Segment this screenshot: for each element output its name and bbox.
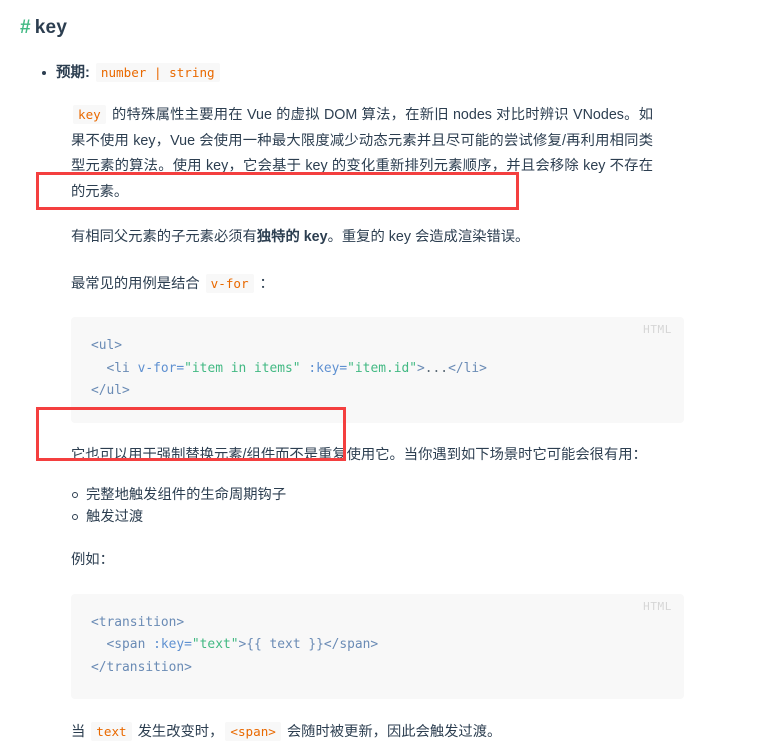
- code-lang-label: HTML: [643, 323, 672, 336]
- intro-section: key 的特殊属性主要用在 Vue 的虚拟 DOM 算法，在新旧 nodes 对…: [16, 102, 753, 205]
- list-item-expects: 预期: number | string: [42, 62, 753, 84]
- code-block-vfor: HTML <ul> <li v-for="item in items" :key…: [71, 317, 684, 423]
- intro-key-code: key: [73, 105, 106, 124]
- example-label: 例如：: [71, 552, 114, 568]
- page-title-text: key: [34, 17, 68, 38]
- closing-part3: 会随时被更新，因此会触发过渡。: [282, 724, 502, 740]
- replace-note-section: 它也可以用于强制替换元素/组件而不是重复使用它。当你遇到如下场景时它可能会很有用…: [16, 443, 753, 469]
- closing-section: 当 text 发生改变时， <span> 会随时被更新，因此会触发过渡。: [16, 719, 753, 746]
- highlight-note-section: 有相同父元素的子元素必须有独特的 key。重复的 key 会造成渲染错误。: [16, 225, 753, 251]
- closing-part1: 当: [71, 724, 90, 740]
- expects-label: 预期:: [56, 65, 90, 81]
- usage-line-code: v-for: [205, 273, 254, 293]
- code-content[interactable]: <transition> <span :key="text">{{ text }…: [91, 612, 664, 680]
- scenarios-list: 完整地触发组件的生命周期钩子 触发过渡: [16, 484, 753, 528]
- code-content[interactable]: <ul> <li v-for="item in items" :key="ite…: [91, 335, 664, 403]
- list-item: 完整地触发组件的生命周期钩子: [72, 484, 753, 506]
- example-label-section: 例如：: [16, 548, 753, 574]
- replace-note-paragraph: 它也可以用于强制替换元素/组件而不是重复使用它。当你遇到如下场景时它可能会很有用…: [71, 446, 647, 463]
- closing-code-span: <span>: [225, 722, 281, 741]
- closing-code-text: text: [91, 722, 132, 741]
- closing-paragraph: 当 text 发生改变时， <span> 会随时被更新，因此会触发过渡。: [71, 719, 653, 746]
- code-lang-label: HTML: [643, 599, 672, 613]
- usage-line-paragraph: 最常见的用例是结合 v-for ：: [71, 271, 653, 298]
- page-title: # key: [20, 14, 753, 42]
- intro-paragraph-text: 的特殊属性主要用在 Vue 的虚拟 DOM 算法，在新旧 nodes 对比时辨识…: [71, 107, 653, 200]
- closing-part2: 发生改变时，: [133, 724, 224, 740]
- expects-types-code: number | string: [95, 63, 220, 82]
- usage-line-suffix: ：: [255, 275, 274, 292]
- code-block-transition: HTML <transition> <span :key="text">{{ t…: [71, 593, 684, 699]
- highlight-note-paragraph: 有相同父元素的子元素必须有独特的 key。重复的 key 会造成渲染错误。: [71, 225, 653, 251]
- highlight-note-part1: 有相同父元素的子元素必须有: [71, 229, 257, 245]
- list-item: 触发过渡: [72, 506, 753, 528]
- heading-anchor-icon[interactable]: #: [20, 17, 31, 38]
- highlight-note-part2: 。重复的 key 会造成渲染错误。: [327, 229, 530, 245]
- usage-line-prefix: 最常见的用例是结合: [71, 275, 204, 292]
- highlight-note-bold: 独特的 key: [256, 229, 328, 245]
- documentation-page: # key 预期: number | string key 的特殊属性主要用在 V…: [0, 0, 769, 746]
- intro-paragraph: key 的特殊属性主要用在 Vue 的虚拟 DOM 算法，在新旧 nodes 对…: [71, 102, 653, 205]
- expects-list: 预期: number | string: [16, 62, 753, 84]
- usage-line-section: 最常见的用例是结合 v-for ：: [16, 271, 753, 298]
